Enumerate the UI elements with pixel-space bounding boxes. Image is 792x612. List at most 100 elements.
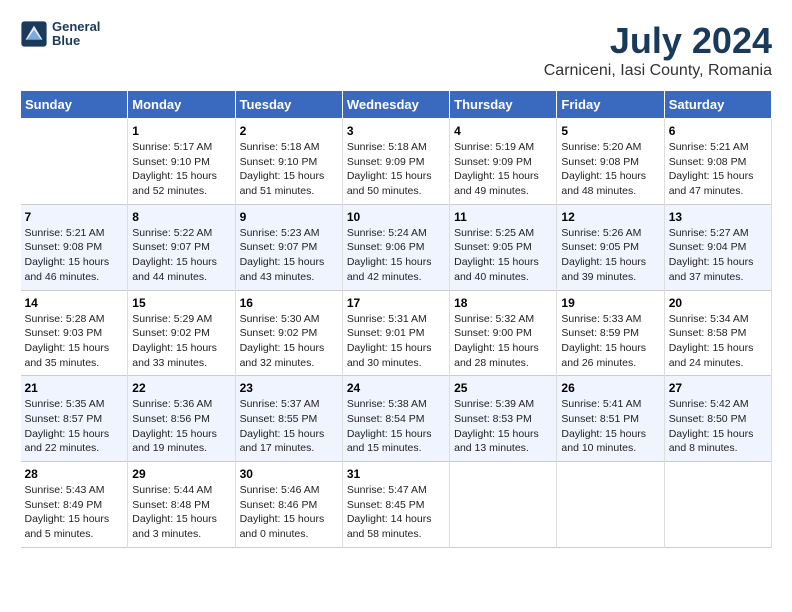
calendar-cell <box>21 119 128 205</box>
logo: General Blue <box>20 20 100 49</box>
day-number: 8 <box>132 210 230 224</box>
day-number: 28 <box>25 467 124 481</box>
day-info: Sunrise: 5:18 AM Sunset: 9:09 PM Dayligh… <box>347 140 445 199</box>
calendar-cell: 7Sunrise: 5:21 AM Sunset: 9:08 PM Daylig… <box>21 204 128 290</box>
calendar-cell: 24Sunrise: 5:38 AM Sunset: 8:54 PM Dayli… <box>342 376 449 462</box>
day-info: Sunrise: 5:23 AM Sunset: 9:07 PM Dayligh… <box>240 226 338 285</box>
day-number: 22 <box>132 381 230 395</box>
day-info: Sunrise: 5:25 AM Sunset: 9:05 PM Dayligh… <box>454 226 552 285</box>
calendar-cell: 17Sunrise: 5:31 AM Sunset: 9:01 PM Dayli… <box>342 290 449 376</box>
calendar-cell: 10 Sunrise: 5:24 AM Sunset: 9:06 PM Dayli… <box>342 204 449 290</box>
calendar-cell: 31 Sunrise: 5:47 AM Sunset: 8:45 PM Dayli… <box>342 462 449 548</box>
calendar-cell: 30 Sunrise: 5:46 AM Sunset: 8:46 PM Dayli… <box>235 462 342 548</box>
header-cell-wednesday: Wednesday <box>342 91 449 119</box>
logo-icon <box>20 20 48 48</box>
calendar-cell: 23Sunrise: 5:37 AM Sunset: 8:55 PM Dayli… <box>235 376 342 462</box>
day-info: Sunrise: 5:43 AM Sunset: 8:49 PM Dayligh… <box>25 483 124 542</box>
day-info: Sunrise: 5:28 AM Sunset: 9:03 PM Dayligh… <box>25 312 124 371</box>
logo-text: General Blue <box>52 20 100 49</box>
day-info: Sunrise: 5:24 AM Sunset: 9:06 PM Dayligh… <box>347 226 445 285</box>
day-info: Sunrise: 5:19 AM Sunset: 9:09 PM Dayligh… <box>454 140 552 199</box>
day-number: 31 <box>347 467 445 481</box>
day-info: Sunrise: 5:36 AM Sunset: 8:56 PM Dayligh… <box>132 397 230 456</box>
calendar-cell: 14 Sunrise: 5:28 AM Sunset: 9:03 PM Dayli… <box>21 290 128 376</box>
day-number: 24 <box>347 381 445 395</box>
day-info: Sunrise: 5:17 AM Sunset: 9:10 PM Dayligh… <box>132 140 230 199</box>
calendar-cell: 18 Sunrise: 5:32 AM Sunset: 9:00 PM Dayli… <box>450 290 557 376</box>
subtitle: Carniceni, Iasi County, Romania <box>544 62 772 80</box>
calendar-cell: 5Sunrise: 5:20 AM Sunset: 9:08 PM Daylig… <box>557 119 664 205</box>
calendar-week-row: 14 Sunrise: 5:28 AM Sunset: 9:03 PM Dayli… <box>21 290 772 376</box>
day-info: Sunrise: 5:37 AM Sunset: 8:55 PM Dayligh… <box>240 397 338 456</box>
header-cell-tuesday: Tuesday <box>235 91 342 119</box>
day-info: Sunrise: 5:30 AM Sunset: 9:02 PM Dayligh… <box>240 312 338 371</box>
day-info: Sunrise: 5:27 AM Sunset: 9:04 PM Dayligh… <box>669 226 767 285</box>
day-info: Sunrise: 5:44 AM Sunset: 8:48 PM Dayligh… <box>132 483 230 542</box>
day-info: Sunrise: 5:29 AM Sunset: 9:02 PM Dayligh… <box>132 312 230 371</box>
calendar-cell: 11Sunrise: 5:25 AM Sunset: 9:05 PM Dayli… <box>450 204 557 290</box>
calendar-cell: 2Sunrise: 5:18 AM Sunset: 9:10 PM Daylig… <box>235 119 342 205</box>
day-number: 20 <box>669 296 767 310</box>
day-number: 1 <box>132 124 230 138</box>
calendar-cell <box>664 462 771 548</box>
calendar-cell: 8 Sunrise: 5:22 AM Sunset: 9:07 PM Daylig… <box>128 204 235 290</box>
calendar-week-row: 21Sunrise: 5:35 AM Sunset: 8:57 PM Dayli… <box>21 376 772 462</box>
calendar-cell: 6 Sunrise: 5:21 AM Sunset: 9:08 PM Daylig… <box>664 119 771 205</box>
calendar-cell: 16 Sunrise: 5:30 AM Sunset: 9:02 PM Dayli… <box>235 290 342 376</box>
day-number: 14 <box>25 296 124 310</box>
day-number: 5 <box>561 124 659 138</box>
day-info: Sunrise: 5:21 AM Sunset: 9:08 PM Dayligh… <box>669 140 767 199</box>
header-cell-friday: Friday <box>557 91 664 119</box>
calendar-week-row: 1 Sunrise: 5:17 AM Sunset: 9:10 PM Daylig… <box>21 119 772 205</box>
calendar-cell: 15 Sunrise: 5:29 AM Sunset: 9:02 PM Dayli… <box>128 290 235 376</box>
day-number: 10 <box>347 210 445 224</box>
calendar-cell: 29 Sunrise: 5:44 AM Sunset: 8:48 PM Dayli… <box>128 462 235 548</box>
calendar-cell: 21Sunrise: 5:35 AM Sunset: 8:57 PM Dayli… <box>21 376 128 462</box>
header-cell-saturday: Saturday <box>664 91 771 119</box>
day-number: 13 <box>669 210 767 224</box>
day-number: 19 <box>561 296 659 310</box>
day-info: Sunrise: 5:31 AM Sunset: 9:01 PM Dayligh… <box>347 312 445 371</box>
day-number: 18 <box>454 296 552 310</box>
day-number: 3 <box>347 124 445 138</box>
calendar-body: 1 Sunrise: 5:17 AM Sunset: 9:10 PM Daylig… <box>21 119 772 548</box>
calendar-week-row: 28 Sunrise: 5:43 AM Sunset: 8:49 PM Dayli… <box>21 462 772 548</box>
calendar-table: SundayMondayTuesdayWednesdayThursdayFrid… <box>20 90 772 548</box>
day-info: Sunrise: 5:26 AM Sunset: 9:05 PM Dayligh… <box>561 226 659 285</box>
day-number: 29 <box>132 467 230 481</box>
day-number: 30 <box>240 467 338 481</box>
day-info: Sunrise: 5:47 AM Sunset: 8:45 PM Dayligh… <box>347 483 445 542</box>
day-info: Sunrise: 5:46 AM Sunset: 8:46 PM Dayligh… <box>240 483 338 542</box>
calendar-cell: 3 Sunrise: 5:18 AM Sunset: 9:09 PM Daylig… <box>342 119 449 205</box>
calendar-cell <box>450 462 557 548</box>
calendar-header: SundayMondayTuesdayWednesdayThursdayFrid… <box>21 91 772 119</box>
day-number: 12 <box>561 210 659 224</box>
logo-line1: General <box>52 20 100 34</box>
day-info: Sunrise: 5:35 AM Sunset: 8:57 PM Dayligh… <box>25 397 124 456</box>
day-info: Sunrise: 5:39 AM Sunset: 8:53 PM Dayligh… <box>454 397 552 456</box>
calendar-cell: 27Sunrise: 5:42 AM Sunset: 8:50 PM Dayli… <box>664 376 771 462</box>
header-cell-sunday: Sunday <box>21 91 128 119</box>
day-number: 2 <box>240 124 338 138</box>
day-info: Sunrise: 5:22 AM Sunset: 9:07 PM Dayligh… <box>132 226 230 285</box>
calendar-cell: 9Sunrise: 5:23 AM Sunset: 9:07 PM Daylig… <box>235 204 342 290</box>
calendar-cell: 19Sunrise: 5:33 AM Sunset: 8:59 PM Dayli… <box>557 290 664 376</box>
calendar-cell: 1 Sunrise: 5:17 AM Sunset: 9:10 PM Daylig… <box>128 119 235 205</box>
calendar-week-row: 7Sunrise: 5:21 AM Sunset: 9:08 PM Daylig… <box>21 204 772 290</box>
calendar-cell: 26Sunrise: 5:41 AM Sunset: 8:51 PM Dayli… <box>557 376 664 462</box>
logo-line2: Blue <box>52 34 100 48</box>
day-number: 15 <box>132 296 230 310</box>
day-number: 6 <box>669 124 767 138</box>
calendar-cell: 13 Sunrise: 5:27 AM Sunset: 9:04 PM Dayli… <box>664 204 771 290</box>
header: General Blue July 2024 Carniceni, Iasi C… <box>20 20 772 80</box>
day-number: 25 <box>454 381 552 395</box>
day-info: Sunrise: 5:21 AM Sunset: 9:08 PM Dayligh… <box>25 226 124 285</box>
day-number: 16 <box>240 296 338 310</box>
day-number: 27 <box>669 381 767 395</box>
day-info: Sunrise: 5:34 AM Sunset: 8:58 PM Dayligh… <box>669 312 767 371</box>
header-row: SundayMondayTuesdayWednesdayThursdayFrid… <box>21 91 772 119</box>
calendar-cell: 4Sunrise: 5:19 AM Sunset: 9:09 PM Daylig… <box>450 119 557 205</box>
day-info: Sunrise: 5:32 AM Sunset: 9:00 PM Dayligh… <box>454 312 552 371</box>
calendar-cell: 20 Sunrise: 5:34 AM Sunset: 8:58 PM Dayli… <box>664 290 771 376</box>
calendar-cell: 25 Sunrise: 5:39 AM Sunset: 8:53 PM Dayli… <box>450 376 557 462</box>
